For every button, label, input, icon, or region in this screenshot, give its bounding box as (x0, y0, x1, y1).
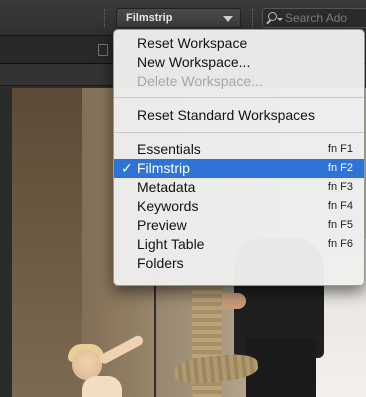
menu-item-shortcut: fn F6 (327, 238, 353, 250)
menu-item-label: Filmstrip (137, 160, 190, 176)
menu-item-label: Light Table (137, 236, 205, 252)
menu-item-shortcut: fn F4 (327, 200, 353, 212)
menu-item-metadata[interactable]: Metadata fn F3 (114, 178, 364, 197)
panel-grip-icon[interactable] (252, 9, 254, 27)
menu-item-essentials[interactable]: Essentials fn F1 (114, 140, 364, 159)
menu-item-label: New Workspace... (137, 54, 251, 70)
menu-item-label: Keywords (137, 198, 199, 214)
menu-item-reset-workspace[interactable]: Reset Workspace (114, 34, 364, 53)
menu-item-keywords[interactable]: Keywords fn F4 (114, 197, 364, 216)
menu-item-preview[interactable]: Preview fn F5 (114, 216, 364, 235)
menu-item-reset-standard-workspaces[interactable]: Reset Standard Workspaces (114, 105, 364, 126)
menu-item-light-table[interactable]: Light Table fn F6 (114, 235, 364, 254)
menu-item-filmstrip[interactable]: ✓ Filmstrip fn F2 (114, 159, 364, 178)
menu-item-label: Preview (137, 217, 187, 233)
menu-item-delete-workspace: Delete Workspace... (114, 72, 364, 91)
photo-child-arm (97, 334, 145, 366)
menu-item-label: Reset Workspace (137, 35, 248, 51)
menu-item-shortcut: fn F3 (327, 181, 353, 193)
menu-item-shortcut: fn F1 (327, 143, 353, 155)
menu-item-label: Delete Workspace... (137, 73, 263, 89)
menu-item-new-workspace[interactable]: New Workspace... (114, 53, 364, 72)
workspace-switcher[interactable]: Filmstrip (116, 8, 241, 28)
photo-child-body (82, 376, 122, 397)
menu-item-label: Essentials (137, 141, 201, 157)
checkmark-icon: ✓ (121, 160, 133, 176)
menu-item-shortcut: fn F5 (327, 219, 353, 231)
menu-item-shortcut: fn F2 (327, 162, 353, 174)
menu-item-label: Reset Standard Workspaces (137, 107, 315, 123)
search-options-caret-icon (277, 18, 283, 21)
chevron-down-icon (223, 16, 233, 22)
menu-item-label: Folders (137, 255, 184, 271)
workspace-menu: Reset Workspace New Workspace... Delete … (113, 29, 365, 286)
search-input[interactable]: Search Ado (262, 8, 366, 28)
photo-rope (154, 278, 156, 397)
toolbar-icon[interactable] (98, 44, 108, 56)
menu-separator (114, 97, 364, 98)
search-placeholder: Search Ado (285, 11, 348, 25)
search-icon (268, 12, 277, 21)
menu-separator (114, 132, 364, 133)
menu-item-folders[interactable]: Folders (114, 254, 364, 273)
panel-grip-icon[interactable] (104, 9, 106, 27)
menu-item-label: Metadata (137, 179, 196, 195)
workspace-switcher-label: Filmstrip (126, 12, 173, 24)
